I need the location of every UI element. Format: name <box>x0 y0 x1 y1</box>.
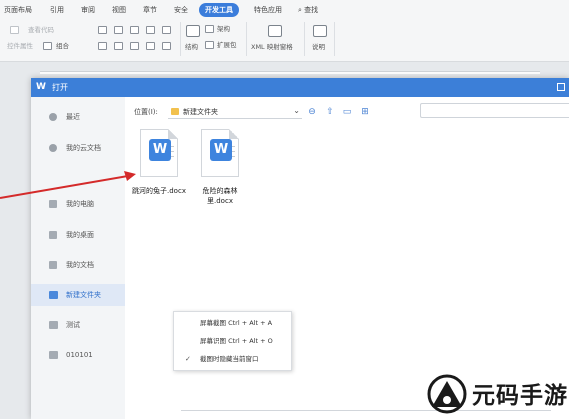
sidebar-item-label: 新建文件夹 <box>66 291 101 299</box>
sidebar-item-label: 我的文档 <box>66 261 94 269</box>
tab-references[interactable]: 引用 <box>50 3 64 17</box>
combo-box-control-icon[interactable] <box>130 26 139 34</box>
view-code-button[interactable]: 查看代码 <box>28 26 54 35</box>
location-dropdown[interactable]: 新建文件夹 ⌄ <box>168 104 302 119</box>
toolbar-divider <box>246 22 247 56</box>
word-doc-icon: W <box>140 129 178 177</box>
folder-icon <box>49 291 58 299</box>
sidebar-item-label: 010101 <box>66 351 93 359</box>
sidebar-item-label: 我的云文档 <box>66 144 101 152</box>
schema-button[interactable]: 架构 <box>217 25 230 34</box>
folder-icon <box>171 108 179 115</box>
document-page-edge <box>40 71 540 74</box>
tab-security[interactable]: 安全 <box>174 3 188 17</box>
menu-item-hide-window[interactable]: ✓ 截图时隐藏当前窗口 <box>174 352 291 367</box>
folder-icon <box>49 321 58 329</box>
cloud-icon <box>49 144 57 152</box>
sidebar-item-my-documents[interactable]: 我的文档 <box>31 254 125 276</box>
tab-page-layout[interactable]: 页面布局 <box>4 3 32 17</box>
search-label: 查找 <box>304 6 319 14</box>
help-button[interactable]: 说明 <box>312 43 325 52</box>
watermark-logo-icon <box>427 374 467 414</box>
search-tab[interactable]: ⌕ 查找 <box>298 3 318 17</box>
dialog-title: 打开 <box>52 83 68 92</box>
picture-control-icon[interactable] <box>146 26 155 34</box>
document-icon <box>49 261 57 269</box>
sidebar-item-my-desktop[interactable]: 我的桌面 <box>31 224 125 246</box>
tab-chapter[interactable]: 章节 <box>143 3 157 17</box>
wps-logo-icon: W <box>36 82 46 92</box>
menu-item-screen-ocr[interactable]: 屏幕识图 Ctrl + Alt + O <box>174 334 291 349</box>
structure-icon <box>186 25 200 37</box>
tab-view[interactable]: 视图 <box>112 3 126 17</box>
schema-icon <box>205 25 214 33</box>
toolbar-divider <box>180 22 181 56</box>
folder-icon <box>49 351 58 359</box>
text-control-icon[interactable] <box>98 26 107 34</box>
sidebar-item-new-folder[interactable]: 新建文件夹 <box>31 284 125 306</box>
menu-item-screenshot[interactable]: 屏幕截图 Ctrl + Alt + A <box>174 316 291 331</box>
help-icon <box>313 25 327 37</box>
location-value: 新建文件夹 <box>183 108 218 116</box>
sidebar-item-test[interactable]: 测试 <box>31 314 125 336</box>
expansion-pack-button[interactable]: 扩展包 <box>217 41 237 50</box>
date-control-icon[interactable] <box>114 42 123 50</box>
group-button[interactable]: 组合 <box>56 42 69 51</box>
watermark: 元码手游网 <box>414 366 569 419</box>
desktop-icon <box>49 231 57 239</box>
expansion-pack-icon <box>205 41 214 49</box>
maximize-icon[interactable] <box>557 83 565 91</box>
toolbar-divider <box>304 22 305 56</box>
ribbon-tool-row: 查看代码 控件属性 组合 结构 架构 扩展包 XML 映射窗格 说明 <box>0 20 569 62</box>
sidebar-item-010101[interactable]: 010101 <box>31 344 125 366</box>
dropdown-control-icon[interactable] <box>98 42 107 50</box>
chevron-down-icon: ⌄ <box>293 106 300 115</box>
tab-developer-tools[interactable]: 开发工具 <box>199 3 239 17</box>
ribbon-toolbar: 页面布局 引用 审阅 视图 章节 安全 开发工具 特色应用 ⌕ 查找 查看代码 … <box>0 0 569 62</box>
control-properties-button[interactable]: 控件属性 <box>7 42 33 51</box>
sidebar-item-label: 测试 <box>66 321 80 329</box>
list-control-icon[interactable] <box>130 42 139 50</box>
view-code-icon <box>10 26 19 34</box>
tab-review[interactable]: 审阅 <box>81 3 95 17</box>
file-name: 危险的森林里.docx <box>202 187 238 205</box>
xml-mapping-pane-button[interactable]: XML 映射窗格 <box>251 43 293 52</box>
structure-button[interactable]: 结构 <box>185 43 198 52</box>
sidebar-item-cloud-docs[interactable]: 我的云文档 <box>31 137 125 159</box>
dialog-title-bar: W 打开 <box>31 78 569 97</box>
legacy-control-icon[interactable] <box>146 42 155 50</box>
clock-icon <box>49 113 57 121</box>
up-folder-icon[interactable]: ⇧ <box>325 107 335 117</box>
watermark-text: 元码手游网 <box>472 383 569 409</box>
more-controls-icon[interactable] <box>162 42 171 50</box>
checkmark-icon: ✓ <box>185 355 191 363</box>
dialog-sidebar: 最近 我的云文档 我的电脑 我的桌面 我的文档 新建文件夹 测试 010101 <box>31 97 125 419</box>
toolbar-divider <box>334 22 335 56</box>
rich-text-control-icon[interactable] <box>114 26 123 34</box>
word-doc-icon: W <box>201 129 239 177</box>
xml-mapping-pane-icon <box>268 25 282 37</box>
sidebar-item-label: 最近 <box>66 113 80 121</box>
red-arrow-annotation <box>0 171 136 199</box>
new-folder-icon[interactable]: ▭ <box>342 107 352 117</box>
back-icon[interactable]: ⊖ <box>307 107 317 117</box>
sidebar-item-label: 我的桌面 <box>66 231 94 239</box>
group-icon <box>43 42 52 50</box>
search-icon: ⌕ <box>298 6 302 14</box>
location-label: 位置(I): <box>134 108 158 116</box>
view-mode-icon[interactable]: ⊞ <box>360 107 370 117</box>
screenshot-context-menu: 屏幕截图 Ctrl + Alt + A 屏幕识图 Ctrl + Alt + O … <box>173 311 292 371</box>
search-input[interactable] <box>420 103 569 118</box>
ribbon-tabs: 页面布局 引用 审阅 视图 章节 安全 开发工具 特色应用 <box>0 3 569 18</box>
tab-special-apps[interactable]: 特色应用 <box>254 3 282 17</box>
checkbox-control-icon[interactable] <box>162 26 171 34</box>
sidebar-item-recent[interactable]: 最近 <box>31 106 125 128</box>
